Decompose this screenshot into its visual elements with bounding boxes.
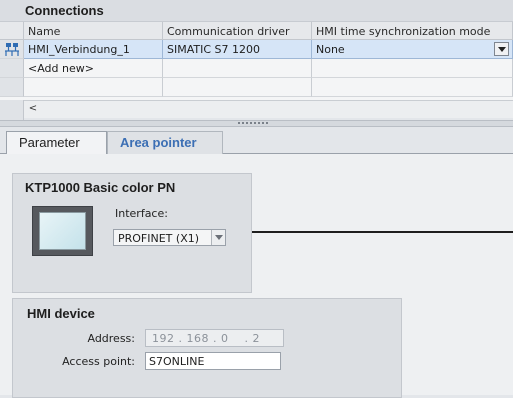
row-header[interactable] xyxy=(0,59,24,78)
row-header xyxy=(0,78,24,97)
empty-cell xyxy=(24,78,163,97)
cell-driver[interactable]: SIMATIC S7 1200 xyxy=(163,40,312,59)
interface-label: Interface: xyxy=(115,207,168,220)
panel-splitter[interactable] xyxy=(0,120,513,127)
address-field: 192 . 168 . 0 . 2 xyxy=(145,329,284,347)
sync-mode-dropdown-button[interactable] xyxy=(494,42,509,56)
cell-name[interactable]: HMI_Verbindung_1 xyxy=(24,40,163,59)
scroll-corner xyxy=(0,100,24,120)
network-line xyxy=(252,231,513,233)
address-label: Address: xyxy=(87,332,135,345)
column-header-sync-mode[interactable]: HMI time synchronization mode xyxy=(312,22,513,40)
hmi-screen-graphic xyxy=(39,212,86,250)
chevron-down-icon[interactable] xyxy=(211,230,225,245)
row-header[interactable] xyxy=(0,40,24,59)
access-point-field[interactable]: S7ONLINE xyxy=(145,352,281,370)
empty-cell xyxy=(312,78,513,97)
interface-value: PROFINET (X1) xyxy=(118,232,200,245)
column-header-driver[interactable]: Communication driver xyxy=(163,22,312,40)
access-point-label: Access point: xyxy=(62,355,135,368)
column-header-name[interactable]: Name xyxy=(24,22,163,40)
tab-parameter[interactable]: Parameter xyxy=(6,131,107,155)
tab-area-pointer[interactable]: Area pointer xyxy=(107,131,223,154)
parameter-panel: KTP1000 Basic color PN Interface: PROFIN… xyxy=(0,154,513,398)
add-new-cell[interactable]: <Add new> xyxy=(24,59,163,78)
hmi-panel-image xyxy=(32,206,93,256)
hmi-device-box: HMI device Address: 192 . 168 . 0 . 2 Ac… xyxy=(12,298,402,398)
device-title: KTP1000 Basic color PN xyxy=(25,180,176,195)
cell-sync-mode[interactable]: None xyxy=(312,40,513,59)
empty-cell xyxy=(163,78,312,97)
tab-bar: Parameter Area pointer xyxy=(0,127,513,155)
connections-table: Name Communication driver HMI time synch… xyxy=(0,22,513,104)
cell-driver[interactable] xyxy=(163,59,312,78)
interface-select[interactable]: PROFINET (X1) xyxy=(113,229,226,246)
row-header-corner xyxy=(0,22,24,40)
scroll-left-arrow[interactable]: < xyxy=(26,103,40,117)
table-row[interactable]: <Add new> xyxy=(0,59,513,78)
hmi-device-title: HMI device xyxy=(27,306,95,321)
cell-sync-mode[interactable] xyxy=(312,59,513,78)
connections-title: Connections xyxy=(25,3,104,18)
splitter-grip-icon xyxy=(238,121,268,126)
connections-header: Connections xyxy=(0,0,513,22)
horizontal-scrollbar[interactable]: < xyxy=(24,100,513,118)
connection-icon xyxy=(5,43,19,56)
device-box: KTP1000 Basic color PN Interface: PROFIN… xyxy=(12,173,252,293)
table-row xyxy=(0,78,513,97)
table-row[interactable]: HMI_Verbindung_1 SIMATIC S7 1200 None xyxy=(0,40,513,59)
